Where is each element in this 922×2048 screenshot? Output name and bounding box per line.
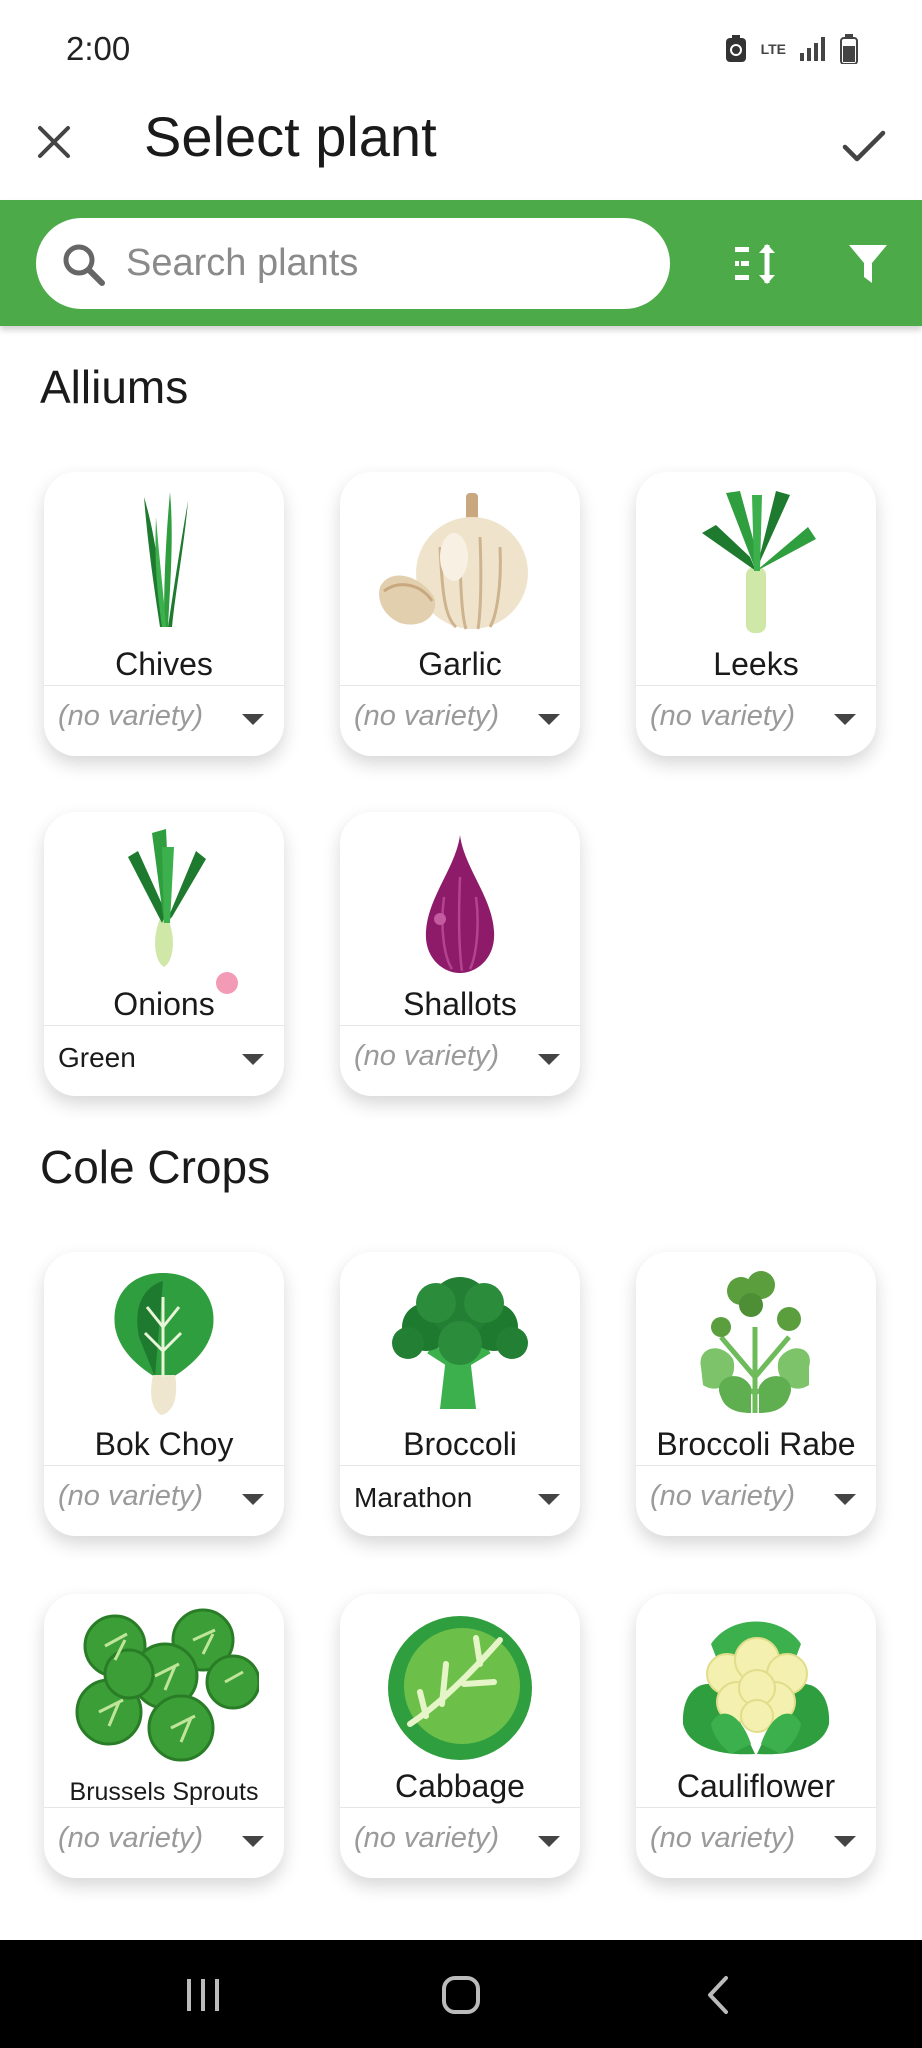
brussels-sprouts-icon bbox=[44, 1604, 284, 1764]
home-icon bbox=[442, 1976, 480, 2014]
signal-icon bbox=[800, 37, 825, 61]
plant-name: Onions bbox=[113, 986, 215, 1022]
plant-card-cauliflower[interactable]: Cauliflower (no variety) bbox=[636, 1594, 876, 1878]
plant-name: Leeks bbox=[713, 646, 799, 682]
broccoli-rabe-icon bbox=[636, 1262, 876, 1422]
bok-choy-icon bbox=[44, 1262, 284, 1422]
divider bbox=[44, 1465, 284, 1466]
plant-name: Brussels Sprouts bbox=[69, 1778, 259, 1806]
divider bbox=[44, 685, 284, 686]
plant-name: Shallots bbox=[403, 986, 517, 1022]
page-title: Select plant bbox=[144, 105, 437, 168]
variety-select[interactable]: (no variety) bbox=[58, 1480, 203, 1513]
plant-card-broccoli-rabe[interactable]: Broccoli Rabe (no variety) bbox=[636, 1252, 876, 1536]
recent-apps-icon bbox=[187, 1979, 219, 2011]
variety-select[interactable]: (no variety) bbox=[354, 1040, 499, 1073]
system-navigation-bar bbox=[0, 1940, 922, 2048]
broccoli-icon bbox=[340, 1262, 580, 1422]
divider bbox=[44, 1807, 284, 1808]
sort-button[interactable] bbox=[730, 236, 786, 292]
plant-card-garlic[interactable]: Garlic (no variety) bbox=[340, 472, 580, 756]
close-button[interactable] bbox=[30, 118, 78, 166]
chevron-down-icon[interactable] bbox=[242, 1494, 264, 1505]
check-icon bbox=[842, 130, 886, 162]
variety-select[interactable]: (no variety) bbox=[354, 1822, 499, 1855]
status-icons: LTE bbox=[725, 34, 858, 64]
shallot-icon bbox=[340, 822, 580, 982]
divider bbox=[340, 1465, 580, 1466]
divider bbox=[44, 1025, 284, 1026]
chevron-down-icon[interactable] bbox=[538, 714, 560, 725]
search-icon bbox=[58, 239, 108, 289]
chevron-down-icon[interactable] bbox=[242, 1054, 264, 1065]
home-button[interactable] bbox=[436, 1970, 486, 2020]
variety-select[interactable]: Marathon bbox=[354, 1482, 472, 1514]
plant-card-chives[interactable]: Chives (no variety) bbox=[44, 472, 284, 756]
green-onion-icon bbox=[44, 822, 284, 982]
chevron-down-icon[interactable] bbox=[242, 714, 264, 725]
cauliflower-icon bbox=[636, 1604, 876, 1764]
variety-select[interactable]: (no variety) bbox=[650, 700, 795, 733]
variety-select[interactable]: (no variety) bbox=[650, 1480, 795, 1513]
filter-button[interactable] bbox=[840, 236, 896, 292]
status-bar: 2:00 LTE bbox=[0, 0, 922, 100]
plant-card-shallots[interactable]: Shallots (no variety) bbox=[340, 812, 580, 1096]
close-icon bbox=[38, 126, 70, 158]
divider bbox=[340, 1807, 580, 1808]
cabbage-icon bbox=[340, 1604, 580, 1764]
plant-card-broccoli[interactable]: Broccoli Marathon bbox=[340, 1252, 580, 1536]
lte-label: LTE bbox=[760, 41, 786, 57]
variety-select[interactable]: (no variety) bbox=[58, 1822, 203, 1855]
chevron-down-icon[interactable] bbox=[538, 1054, 560, 1065]
divider bbox=[636, 1807, 876, 1808]
chives-icon bbox=[44, 482, 284, 642]
plant-name: Cauliflower bbox=[676, 1768, 836, 1804]
status-time: 2:00 bbox=[66, 30, 131, 67]
back-icon bbox=[708, 1976, 728, 2014]
section-title-alliums: Alliums bbox=[40, 361, 189, 413]
variety-select[interactable]: Green bbox=[58, 1042, 136, 1074]
top-app-bar: Select plant bbox=[0, 100, 922, 200]
sort-icon bbox=[735, 244, 775, 284]
divider bbox=[340, 1025, 580, 1026]
leek-icon bbox=[636, 482, 876, 642]
garlic-icon bbox=[340, 482, 580, 642]
divider bbox=[340, 685, 580, 686]
search-toolbar bbox=[0, 200, 922, 326]
chevron-down-icon[interactable] bbox=[538, 1836, 560, 1847]
chevron-down-icon[interactable] bbox=[834, 1494, 856, 1505]
plant-card-cabbage[interactable]: Cabbage (no variety) bbox=[340, 1594, 580, 1878]
plant-name: Chives bbox=[115, 646, 213, 682]
plant-card-leeks[interactable]: Leeks (no variety) bbox=[636, 472, 876, 756]
plant-name: Cabbage bbox=[395, 1768, 525, 1804]
plant-name: Garlic bbox=[418, 646, 502, 682]
confirm-button[interactable] bbox=[836, 118, 892, 174]
plant-name: Bok Choy bbox=[94, 1426, 234, 1462]
divider bbox=[636, 685, 876, 686]
variety-select[interactable]: (no variety) bbox=[354, 700, 499, 733]
section-title-cole-crops: Cole Crops bbox=[40, 1141, 271, 1193]
chevron-down-icon[interactable] bbox=[834, 1836, 856, 1847]
variety-select[interactable]: (no variety) bbox=[650, 1822, 795, 1855]
back-button[interactable] bbox=[694, 1970, 744, 2020]
filter-icon bbox=[849, 245, 887, 283]
plant-card-onions[interactable]: Onions Green bbox=[44, 812, 284, 1096]
battery-saver-icon bbox=[725, 35, 746, 62]
battery-icon bbox=[840, 34, 858, 64]
plant-card-bok-choy[interactable]: Bok Choy (no variety) bbox=[44, 1252, 284, 1536]
chevron-down-icon[interactable] bbox=[538, 1494, 560, 1505]
chevron-down-icon[interactable] bbox=[242, 1836, 264, 1847]
variety-select[interactable]: (no variety) bbox=[58, 700, 203, 733]
plant-card-brussels-sprouts[interactable]: Brussels Sprouts (no variety) bbox=[44, 1594, 284, 1878]
chevron-down-icon[interactable] bbox=[834, 714, 856, 725]
plant-name: Broccoli bbox=[403, 1426, 517, 1462]
recent-apps-button[interactable] bbox=[178, 1970, 228, 2020]
plant-name: Broccoli Rabe bbox=[656, 1426, 856, 1462]
search-input[interactable] bbox=[124, 241, 648, 286]
search-box[interactable] bbox=[36, 218, 670, 309]
divider bbox=[636, 1465, 876, 1466]
